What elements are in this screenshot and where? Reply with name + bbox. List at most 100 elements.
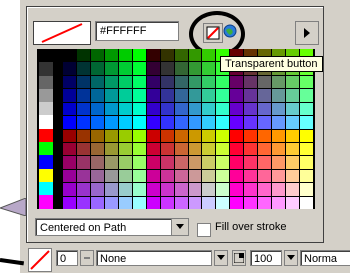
color-swatch[interactable] xyxy=(188,49,202,62)
stroke-color-swatch[interactable] xyxy=(28,248,52,272)
color-swatch[interactable] xyxy=(104,183,118,196)
color-swatch[interactable] xyxy=(76,196,90,209)
color-swatch[interactable] xyxy=(146,129,160,142)
color-swatch[interactable] xyxy=(118,89,132,102)
color-swatch[interactable] xyxy=(132,129,146,142)
color-swatch[interactable] xyxy=(146,75,160,89)
color-swatch[interactable] xyxy=(230,169,244,183)
color-swatch[interactable] xyxy=(90,142,104,156)
color-swatch[interactable] xyxy=(160,169,174,183)
stroke-width-spinner[interactable] xyxy=(80,250,94,266)
stroke-width-field[interactable]: 0 xyxy=(56,250,78,266)
color-swatch[interactable] xyxy=(174,183,188,196)
color-swatch[interactable] xyxy=(39,142,53,156)
color-swatch[interactable] xyxy=(188,183,202,196)
color-swatch[interactable] xyxy=(286,75,300,89)
color-swatch[interactable] xyxy=(39,181,53,196)
color-swatch[interactable] xyxy=(63,116,76,129)
color-swatch[interactable] xyxy=(104,196,118,209)
color-swatch[interactable] xyxy=(76,62,90,75)
color-swatch[interactable] xyxy=(244,89,258,102)
color-swatch[interactable] xyxy=(216,169,230,183)
color-swatch[interactable] xyxy=(146,49,160,62)
color-swatch[interactable] xyxy=(118,156,132,169)
color-swatch[interactable] xyxy=(90,116,104,129)
color-swatch[interactable] xyxy=(132,75,146,89)
color-swatch[interactable] xyxy=(104,62,118,75)
color-swatch[interactable] xyxy=(63,169,76,183)
color-swatch[interactable] xyxy=(160,89,174,102)
color-swatch[interactable] xyxy=(230,75,244,89)
color-swatch[interactable] xyxy=(132,142,146,156)
color-swatch[interactable] xyxy=(286,196,300,209)
color-swatch[interactable] xyxy=(90,129,104,142)
color-swatch[interactable] xyxy=(258,169,272,183)
color-swatch[interactable] xyxy=(104,116,118,129)
color-swatch[interactable] xyxy=(300,102,313,116)
color-swatch[interactable] xyxy=(160,183,174,196)
color-swatch[interactable] xyxy=(63,142,76,156)
color-swatch[interactable] xyxy=(63,75,76,89)
color-swatch[interactable] xyxy=(174,196,188,209)
color-swatch[interactable] xyxy=(90,102,104,116)
color-swatch[interactable] xyxy=(174,89,188,102)
color-swatch[interactable] xyxy=(174,102,188,116)
color-swatch[interactable] xyxy=(104,75,118,89)
color-swatch[interactable] xyxy=(39,102,53,116)
color-swatch[interactable] xyxy=(174,75,188,89)
color-swatch[interactable] xyxy=(230,183,244,196)
color-swatch[interactable] xyxy=(188,142,202,156)
color-swatch[interactable] xyxy=(272,102,286,116)
color-swatch[interactable] xyxy=(146,102,160,116)
color-swatch[interactable] xyxy=(160,102,174,116)
color-swatch[interactable] xyxy=(132,169,146,183)
grayscale-column[interactable] xyxy=(39,49,53,209)
color-swatch[interactable] xyxy=(230,102,244,116)
color-swatch[interactable] xyxy=(216,183,230,196)
color-swatch[interactable] xyxy=(160,62,174,75)
opacity-field[interactable]: 100 xyxy=(250,250,282,266)
color-swatch[interactable] xyxy=(104,156,118,169)
color-swatch[interactable] xyxy=(216,116,230,129)
color-swatch[interactable] xyxy=(300,116,313,129)
color-swatch[interactable] xyxy=(39,115,53,129)
swatch-grid[interactable] xyxy=(37,49,315,209)
color-swatch[interactable] xyxy=(272,129,286,142)
color-swatch[interactable] xyxy=(272,169,286,183)
color-swatch[interactable] xyxy=(230,116,244,129)
color-swatch[interactable] xyxy=(188,196,202,209)
color-swatch[interactable] xyxy=(39,49,53,63)
color-swatch[interactable] xyxy=(132,62,146,75)
color-swatch[interactable] xyxy=(216,156,230,169)
color-swatch[interactable] xyxy=(272,183,286,196)
color-swatch[interactable] xyxy=(286,156,300,169)
color-swatch[interactable] xyxy=(300,75,313,89)
color-swatch[interactable] xyxy=(132,116,146,129)
color-swatch[interactable] xyxy=(104,169,118,183)
color-swatch[interactable] xyxy=(258,183,272,196)
color-swatch[interactable] xyxy=(230,156,244,169)
color-swatch[interactable] xyxy=(244,75,258,89)
color-swatch[interactable] xyxy=(174,156,188,169)
color-swatch[interactable] xyxy=(272,116,286,129)
color-swatch[interactable] xyxy=(90,169,104,183)
color-swatch[interactable] xyxy=(188,156,202,169)
color-swatch[interactable] xyxy=(160,142,174,156)
color-swatch[interactable] xyxy=(216,196,230,209)
color-swatch[interactable] xyxy=(188,129,202,142)
color-swatch[interactable] xyxy=(104,102,118,116)
fill-over-stroke-checkbox[interactable] xyxy=(197,223,211,237)
color-swatch[interactable] xyxy=(118,75,132,89)
color-swatch[interactable] xyxy=(300,169,313,183)
color-swatch[interactable] xyxy=(286,169,300,183)
texture-dropdown[interactable]: None xyxy=(96,250,212,266)
color-swatch[interactable] xyxy=(39,75,53,89)
color-swatch[interactable] xyxy=(118,49,132,62)
color-swatch[interactable] xyxy=(104,89,118,102)
color-swatch[interactable] xyxy=(202,196,216,209)
color-swatch[interactable] xyxy=(146,183,160,196)
color-swatch[interactable] xyxy=(146,169,160,183)
color-swatch[interactable] xyxy=(216,142,230,156)
color-swatch[interactable] xyxy=(174,142,188,156)
color-swatch[interactable] xyxy=(104,49,118,62)
